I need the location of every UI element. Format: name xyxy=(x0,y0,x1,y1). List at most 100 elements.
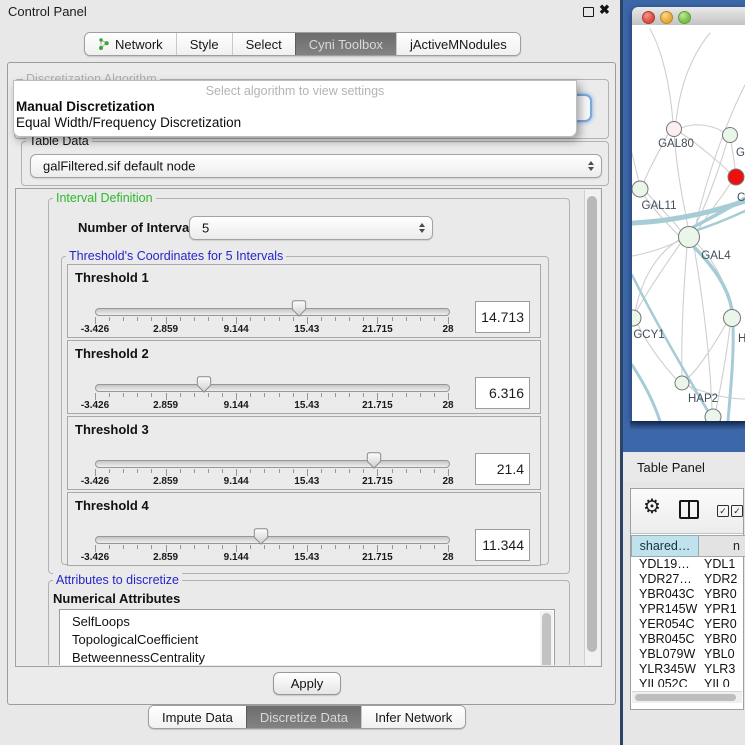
threshold-slider-thumb[interactable] xyxy=(253,528,268,545)
tab-network[interactable]: Network xyxy=(85,33,176,55)
table-rows: YDL19…YDL1YDR27…YDR2YBR043CYBR0YPR145WYP… xyxy=(631,557,743,687)
top-tabbar: Network Style Select Cyni Toolbox jActiv… xyxy=(84,32,521,56)
threshold-slider[interactable]: -3.4262.8599.14415.4321.71528 xyxy=(95,417,448,487)
network-node[interactable] xyxy=(724,310,741,327)
dropdown-option-manual[interactable]: Manual Discretization xyxy=(16,99,155,114)
network-canvas[interactable]: GAL80GAL11GAL4GCY1HAP2GACH xyxy=(632,25,745,421)
threshold-slider[interactable]: -3.4262.8599.14415.4321.71528 xyxy=(95,341,448,411)
numerical-attributes-label: Numerical Attributes xyxy=(53,591,180,606)
list-scrollbar[interactable] xyxy=(540,611,553,665)
network-window: GAL80GAL11GAL4GCY1HAP2GACH xyxy=(632,7,745,421)
tab-discretize-data[interactable]: Discretize Data xyxy=(246,706,361,728)
network-node[interactable] xyxy=(632,181,648,197)
attribute-item[interactable]: TopologicalCoefficient xyxy=(60,631,554,649)
cyni-panel: Discretization Algorithm Table Data galF… xyxy=(7,62,616,705)
network-node[interactable] xyxy=(679,227,700,248)
tab-jactivemnodules[interactable]: jActiveMNodules xyxy=(396,33,520,55)
threshold-panel-1: Threshold 1-3.4262.8599.14415.4321.71528… xyxy=(67,264,541,338)
network-node[interactable] xyxy=(667,122,682,137)
threshold-value-field[interactable]: 14.713 xyxy=(475,301,530,333)
threshold-value-field[interactable]: 6.316 xyxy=(475,377,530,409)
network-node[interactable] xyxy=(632,310,641,326)
float-window-icon[interactable] xyxy=(583,7,594,17)
table-row[interactable]: YBR043CYBR0 xyxy=(631,587,743,602)
network-edge xyxy=(694,247,712,409)
threshold-slider-thumb[interactable] xyxy=(197,376,212,393)
tab-cyni-toolbox[interactable]: Cyni Toolbox xyxy=(295,33,396,55)
network-node[interactable] xyxy=(675,376,689,390)
settings-viewport: Interval Definition Number of Intervals … xyxy=(17,190,583,665)
attribute-item[interactable]: SelfLoops xyxy=(60,613,554,631)
minimize-traffic-light[interactable] xyxy=(660,11,673,24)
threshold-slider-thumb[interactable] xyxy=(291,300,306,317)
panel-title: Control Panel xyxy=(8,4,87,19)
tab-select[interactable]: Select xyxy=(232,33,295,55)
threshold-slider-thumb[interactable] xyxy=(366,452,381,469)
horizontal-scrollbar[interactable] xyxy=(632,691,742,703)
number-of-intervals-combobox[interactable]: 5 xyxy=(189,216,433,240)
threshold-slider[interactable]: -3.4262.8599.14415.4321.71528 xyxy=(95,493,448,563)
tab-impute-data[interactable]: Impute Data xyxy=(149,706,246,728)
checkbox-icon[interactable]: ✓ xyxy=(731,505,743,517)
bottom-tabbar: Impute Data Discretize Data Infer Networ… xyxy=(148,705,466,729)
close-traffic-light[interactable] xyxy=(642,11,655,24)
network-edge xyxy=(728,326,733,421)
network-node[interactable] xyxy=(723,128,738,143)
table-data-combobox[interactable]: galFiltered.sif default node xyxy=(30,154,602,178)
table-data-value: galFiltered.sif default node xyxy=(43,159,195,174)
column-header-name[interactable]: n xyxy=(699,535,745,557)
node-label: GAL11 xyxy=(642,200,677,212)
network-node[interactable] xyxy=(728,169,744,185)
dropdown-option-equal-width[interactable]: Equal Width/Frequency Discretization xyxy=(16,115,241,130)
network-edge xyxy=(650,29,673,122)
network-window-titlebar[interactable] xyxy=(632,7,745,26)
table-row[interactable]: YBL079WYBL0 xyxy=(631,647,743,662)
table-panel-titlebar: Table Panel xyxy=(622,452,745,483)
table-row[interactable]: YLR345WYLR3 xyxy=(631,662,743,677)
column-header-shared-name[interactable]: shared… xyxy=(631,535,699,557)
interval-definition-title: Interval Definition xyxy=(53,191,156,205)
node-label: HAP2 xyxy=(688,393,718,405)
panel-divider[interactable] xyxy=(620,0,623,745)
zoom-traffic-light[interactable] xyxy=(678,11,691,24)
close-icon[interactable]: ✖ xyxy=(599,2,610,18)
numerical-attributes-list: SelfLoopsTopologicalCoefficientBetweenne… xyxy=(60,610,554,665)
dropdown-placeholder: Select algorithm to view settings xyxy=(14,84,576,98)
network-node[interactable] xyxy=(705,409,721,421)
threshold-slider[interactable]: -3.4262.8599.14415.4321.71528 xyxy=(95,265,448,335)
number-of-intervals-label: Number of Intervals xyxy=(78,220,200,235)
apply-button[interactable]: Apply xyxy=(273,672,341,695)
threshold-panel-4: Threshold 4-3.4262.8599.14415.4321.71528… xyxy=(67,492,541,566)
network-edge xyxy=(688,324,726,378)
vertical-scrollbar[interactable] xyxy=(584,190,600,665)
number-of-intervals-value: 5 xyxy=(202,221,209,236)
numerical-attributes-listbox: SelfLoopsTopologicalCoefficientBetweenne… xyxy=(59,609,555,665)
table-row[interactable]: YBR045CYBR0 xyxy=(631,632,743,647)
algorithm-dropdown-popup: Select algorithm to view settings Manual… xyxy=(13,80,577,137)
split-columns-icon[interactable] xyxy=(679,500,699,519)
network-edge xyxy=(632,153,639,182)
table-header: shared… n xyxy=(631,535,745,557)
table-row[interactable]: YER054CYER0 xyxy=(631,617,743,632)
threshold-value-field[interactable]: 11.344 xyxy=(475,529,530,561)
checkbox-icon[interactable]: ✓ xyxy=(717,505,729,517)
node-label-partial: GA xyxy=(736,147,745,159)
combo-arrows-icon xyxy=(419,223,425,233)
attributes-group-title: Attributes to discretize xyxy=(53,573,182,587)
scrollbar-thumb[interactable] xyxy=(587,196,597,652)
tab-style[interactable]: Style xyxy=(176,33,232,55)
attribute-item[interactable]: BetweennessCentrality xyxy=(60,649,554,665)
table-row[interactable]: YDR27…YDR2 xyxy=(631,572,743,587)
tab-infer-network[interactable]: Infer Network xyxy=(361,706,465,728)
settings-scrollpane: Interval Definition Number of Intervals … xyxy=(15,188,602,667)
network-edge xyxy=(632,365,660,421)
table-row[interactable]: YDL19…YDL1 xyxy=(631,557,743,572)
threshold-value-field[interactable]: 21.4 xyxy=(475,453,530,485)
hscrollbar-thumb[interactable] xyxy=(635,694,736,701)
gear-icon[interactable]: ⚙ xyxy=(643,497,661,517)
attributes-group: Attributes to discretize Numerical Attri… xyxy=(48,580,570,665)
table-row[interactable]: YIL052CYIL0 xyxy=(631,677,743,687)
table-toolbar: ⚙ ✓ ✓ xyxy=(631,489,743,534)
table-row[interactable]: YPR145WYPR1 xyxy=(631,602,743,617)
interval-definition-group: Interval Definition Number of Intervals … xyxy=(48,198,570,574)
